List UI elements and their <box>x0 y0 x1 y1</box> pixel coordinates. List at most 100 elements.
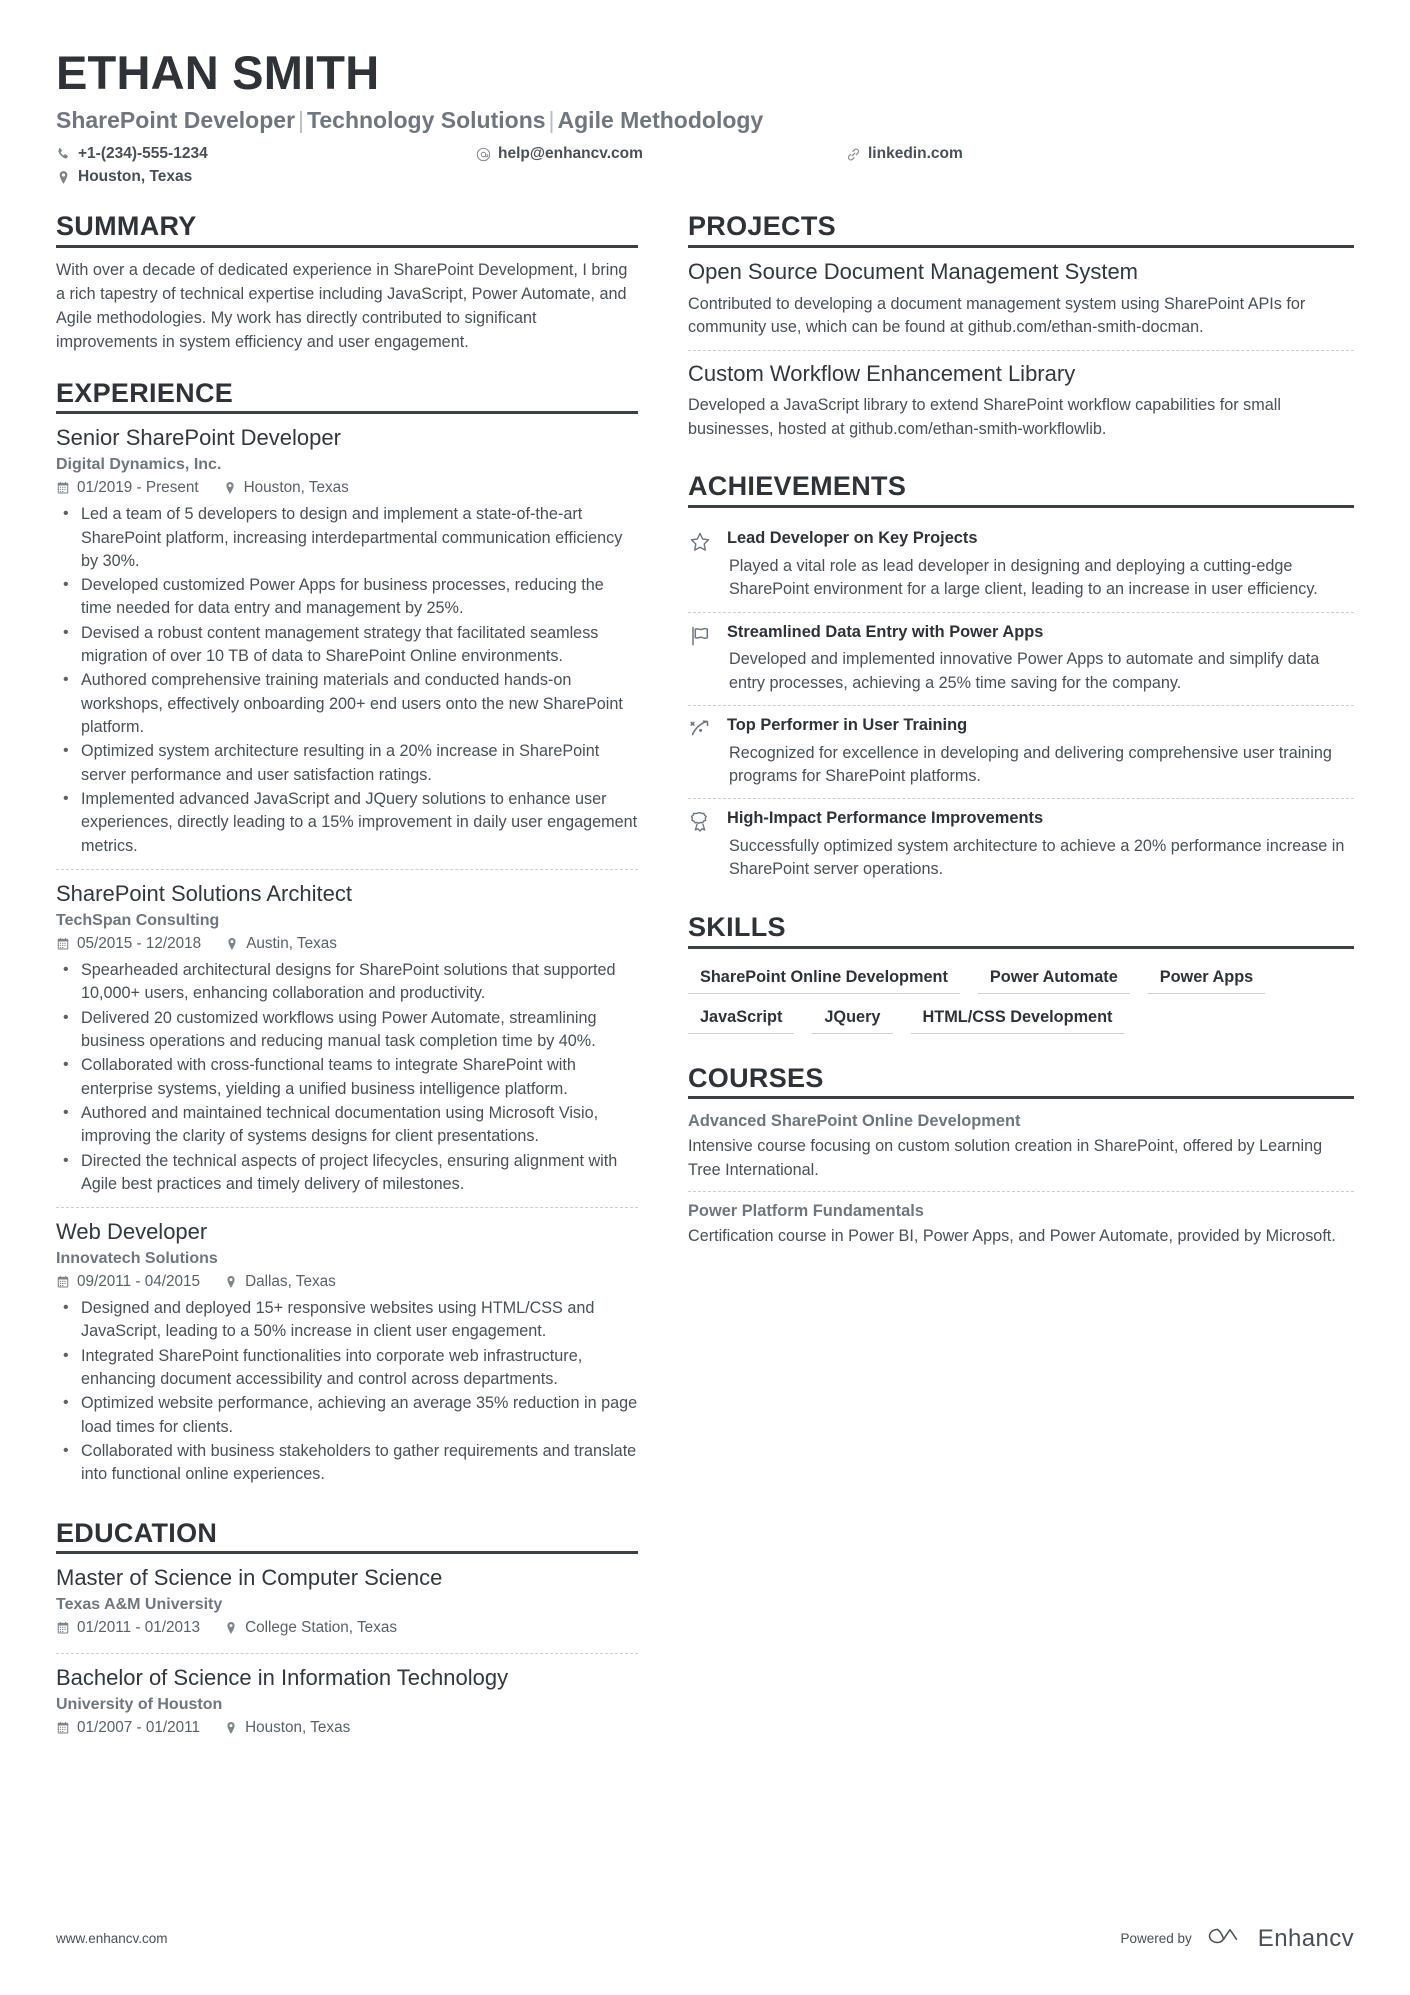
job-bullet: Directed the technical aspects of projec… <box>56 1149 638 1197</box>
section-courses: COURSES Advanced SharePoint Online Devel… <box>688 1062 1354 1258</box>
job-title: Senior SharePoint Developer <box>56 425 341 451</box>
project-title: Custom Workflow Enhancement Library <box>688 360 1076 386</box>
skill-chip: JQuery <box>812 1003 893 1034</box>
job-bullet: Implemented advanced JavaScript and JQue… <box>56 787 638 858</box>
job-bullets: Led a team of 5 developers to design and… <box>56 502 638 858</box>
course-entry: Advanced SharePoint Online Development I… <box>688 1110 1354 1191</box>
job-bullet: Optimized system architecture resulting … <box>56 739 638 787</box>
degree-title: Bachelor of Science in Information Techn… <box>56 1665 509 1691</box>
location-icon <box>224 1621 238 1635</box>
job-location: Dallas, Texas <box>224 1273 336 1291</box>
education-location-value: Houston, Texas <box>245 1719 351 1736</box>
education-location-value: College Station, Texas <box>245 1619 397 1637</box>
job-bullet: Integrated SharePoint functionalities in… <box>56 1344 638 1392</box>
job-bullets: Designed and deployed 15+ responsive web… <box>56 1296 638 1487</box>
section-projects: PROJECTS Open Source Document Management… <box>688 211 1354 452</box>
star-icon <box>688 528 714 601</box>
section-rule <box>56 244 638 248</box>
headline-part-1: SharePoint Developer <box>56 107 296 134</box>
enhancv-logo-icon <box>1205 1924 1249 1953</box>
contact-phone[interactable]: +1-(234)-555-1234 <box>56 145 476 163</box>
footer-url[interactable]: www.enhancv.com <box>56 1931 168 1946</box>
course-description: Intensive course focusing on custom solu… <box>688 1137 1323 1179</box>
contact-link-value: linkedin.com <box>868 145 963 163</box>
job-bullet: Spearheaded architectural designs for Sh… <box>56 958 638 1006</box>
contact-location-value: Houston, Texas <box>78 168 193 186</box>
section-title-skills: SKILLS <box>688 911 786 942</box>
calendar-icon <box>56 481 70 495</box>
achievement-body: High-Impact Performance Improvements Suc… <box>727 808 1354 881</box>
achievement-title: High-Impact Performance Improvements <box>727 809 1044 828</box>
job-company: TechSpan Consulting <box>56 911 220 929</box>
section-title-courses: COURSES <box>688 1062 824 1093</box>
section-title-experience: EXPERIENCE <box>56 377 234 408</box>
job-bullet: Collaborated with cross-functional teams… <box>56 1053 638 1101</box>
education-dates: 01/2011 - 01/2013 <box>56 1619 200 1637</box>
project-entry: Custom Workflow Enhancement Library Deve… <box>688 349 1354 452</box>
achievement-body: Streamlined Data Entry with Power Apps D… <box>727 622 1354 695</box>
contact-location: Houston, Texas <box>56 168 476 186</box>
project-description: Developed a JavaScript library to extend… <box>688 396 1281 438</box>
enhancv-brand: Enhancv <box>1205 1924 1354 1953</box>
location-icon <box>225 937 239 951</box>
job-dates-value: 09/2011 - 04/2015 <box>77 1273 201 1291</box>
section-rule <box>56 411 638 415</box>
education-meta: 01/2011 - 01/2013 College Station, Texas <box>56 1619 638 1637</box>
right-column: PROJECTS Open Source Document Management… <box>668 211 1354 1757</box>
left-column: SUMMARY With over a decade of dedicated … <box>56 211 668 1757</box>
job-bullet: Optimized website performance, achieving… <box>56 1391 638 1439</box>
achievement-description: Recognized for excellence in developing … <box>729 743 1332 785</box>
job-company: Digital Dynamics, Inc. <box>56 456 222 474</box>
resume-columns: SUMMARY With over a decade of dedicated … <box>56 211 1354 1757</box>
job-bullet: Authored comprehensive training material… <box>56 668 638 739</box>
job-dates-value: 01/2019 - Present <box>77 479 199 497</box>
project-description: Contributed to developing a document man… <box>688 294 1306 337</box>
summary-text: With over a decade of dedicated experien… <box>56 260 628 351</box>
job-bullet: Authored and maintained technical docume… <box>56 1101 638 1149</box>
job-meta: 01/2019 - Present Houston, Texas <box>56 479 638 497</box>
section-rule <box>688 244 1354 248</box>
job-company: Innovatech Solutions <box>56 1250 218 1268</box>
achievement-entry: Streamlined Data Entry with Power Apps D… <box>688 611 1354 705</box>
calendar-icon <box>56 1621 70 1635</box>
education-entry: Bachelor of Science in Information Techn… <box>56 1653 638 1753</box>
skill-chip: HTML/CSS Development <box>910 1003 1125 1034</box>
job-bullet: Delivered 20 customized workflows using … <box>56 1006 638 1054</box>
job-dates: 09/2011 - 04/2015 <box>56 1273 200 1291</box>
contact-list: +1-(234)-555-1234 help@enhancv.com linke… <box>56 145 1354 186</box>
section-rule <box>56 1551 638 1555</box>
achievement-title: Streamlined Data Entry with Power Apps <box>727 622 1044 641</box>
job-bullet: Collaborated with business stakeholders … <box>56 1439 638 1487</box>
contact-link[interactable]: linkedin.com <box>846 145 963 163</box>
education-dates: 01/2007 - 01/2011 <box>56 1719 200 1737</box>
section-title-summary: SUMMARY <box>56 211 197 242</box>
project-entry: Open Source Document Management System C… <box>688 259 1354 350</box>
job-bullet: Designed and deployed 15+ responsive web… <box>56 1296 638 1344</box>
achievement-title: Lead Developer on Key Projects <box>727 529 978 548</box>
achievement-body: Lead Developer on Key Projects Played a … <box>727 528 1354 601</box>
resume-footer: www.enhancv.com Powered by Enhancv <box>56 1924 1354 1953</box>
education-dates-value: 01/2007 - 01/2011 <box>77 1719 201 1736</box>
location-icon <box>56 170 71 185</box>
school-name: University of Houston <box>56 1696 223 1713</box>
headline-separator: | <box>548 107 555 134</box>
contact-email[interactable]: help@enhancv.com <box>476 145 846 163</box>
phone-icon <box>56 147 71 162</box>
course-description: Certification course in Power BI, Power … <box>688 1227 1336 1246</box>
experience-entry: Senior SharePoint Developer Digital Dyna… <box>56 425 638 869</box>
enhancv-brand-name: Enhancv <box>1257 1924 1354 1952</box>
section-rule <box>688 505 1354 509</box>
achievement-description: Developed and implemented innovative Pow… <box>729 650 1320 692</box>
job-location: Austin, Texas <box>225 935 337 953</box>
project-title: Open Source Document Management System <box>688 258 1139 284</box>
resume-page: ETHAN SMITH SharePoint Developer | Technol… <box>0 0 1410 1995</box>
section-title-achievements: ACHIEVEMENTS <box>688 471 907 502</box>
job-bullets: Spearheaded architectural designs for Sh… <box>56 958 638 1197</box>
section-education: EDUCATION Master of Science in Computer … <box>56 1518 638 1753</box>
award-medal-icon <box>688 808 714 881</box>
skill-chip: SharePoint Online Development <box>688 963 960 994</box>
degree-title: Master of Science in Computer Science <box>56 1565 443 1591</box>
skills-list: SharePoint Online Development Power Auto… <box>688 960 1354 1043</box>
